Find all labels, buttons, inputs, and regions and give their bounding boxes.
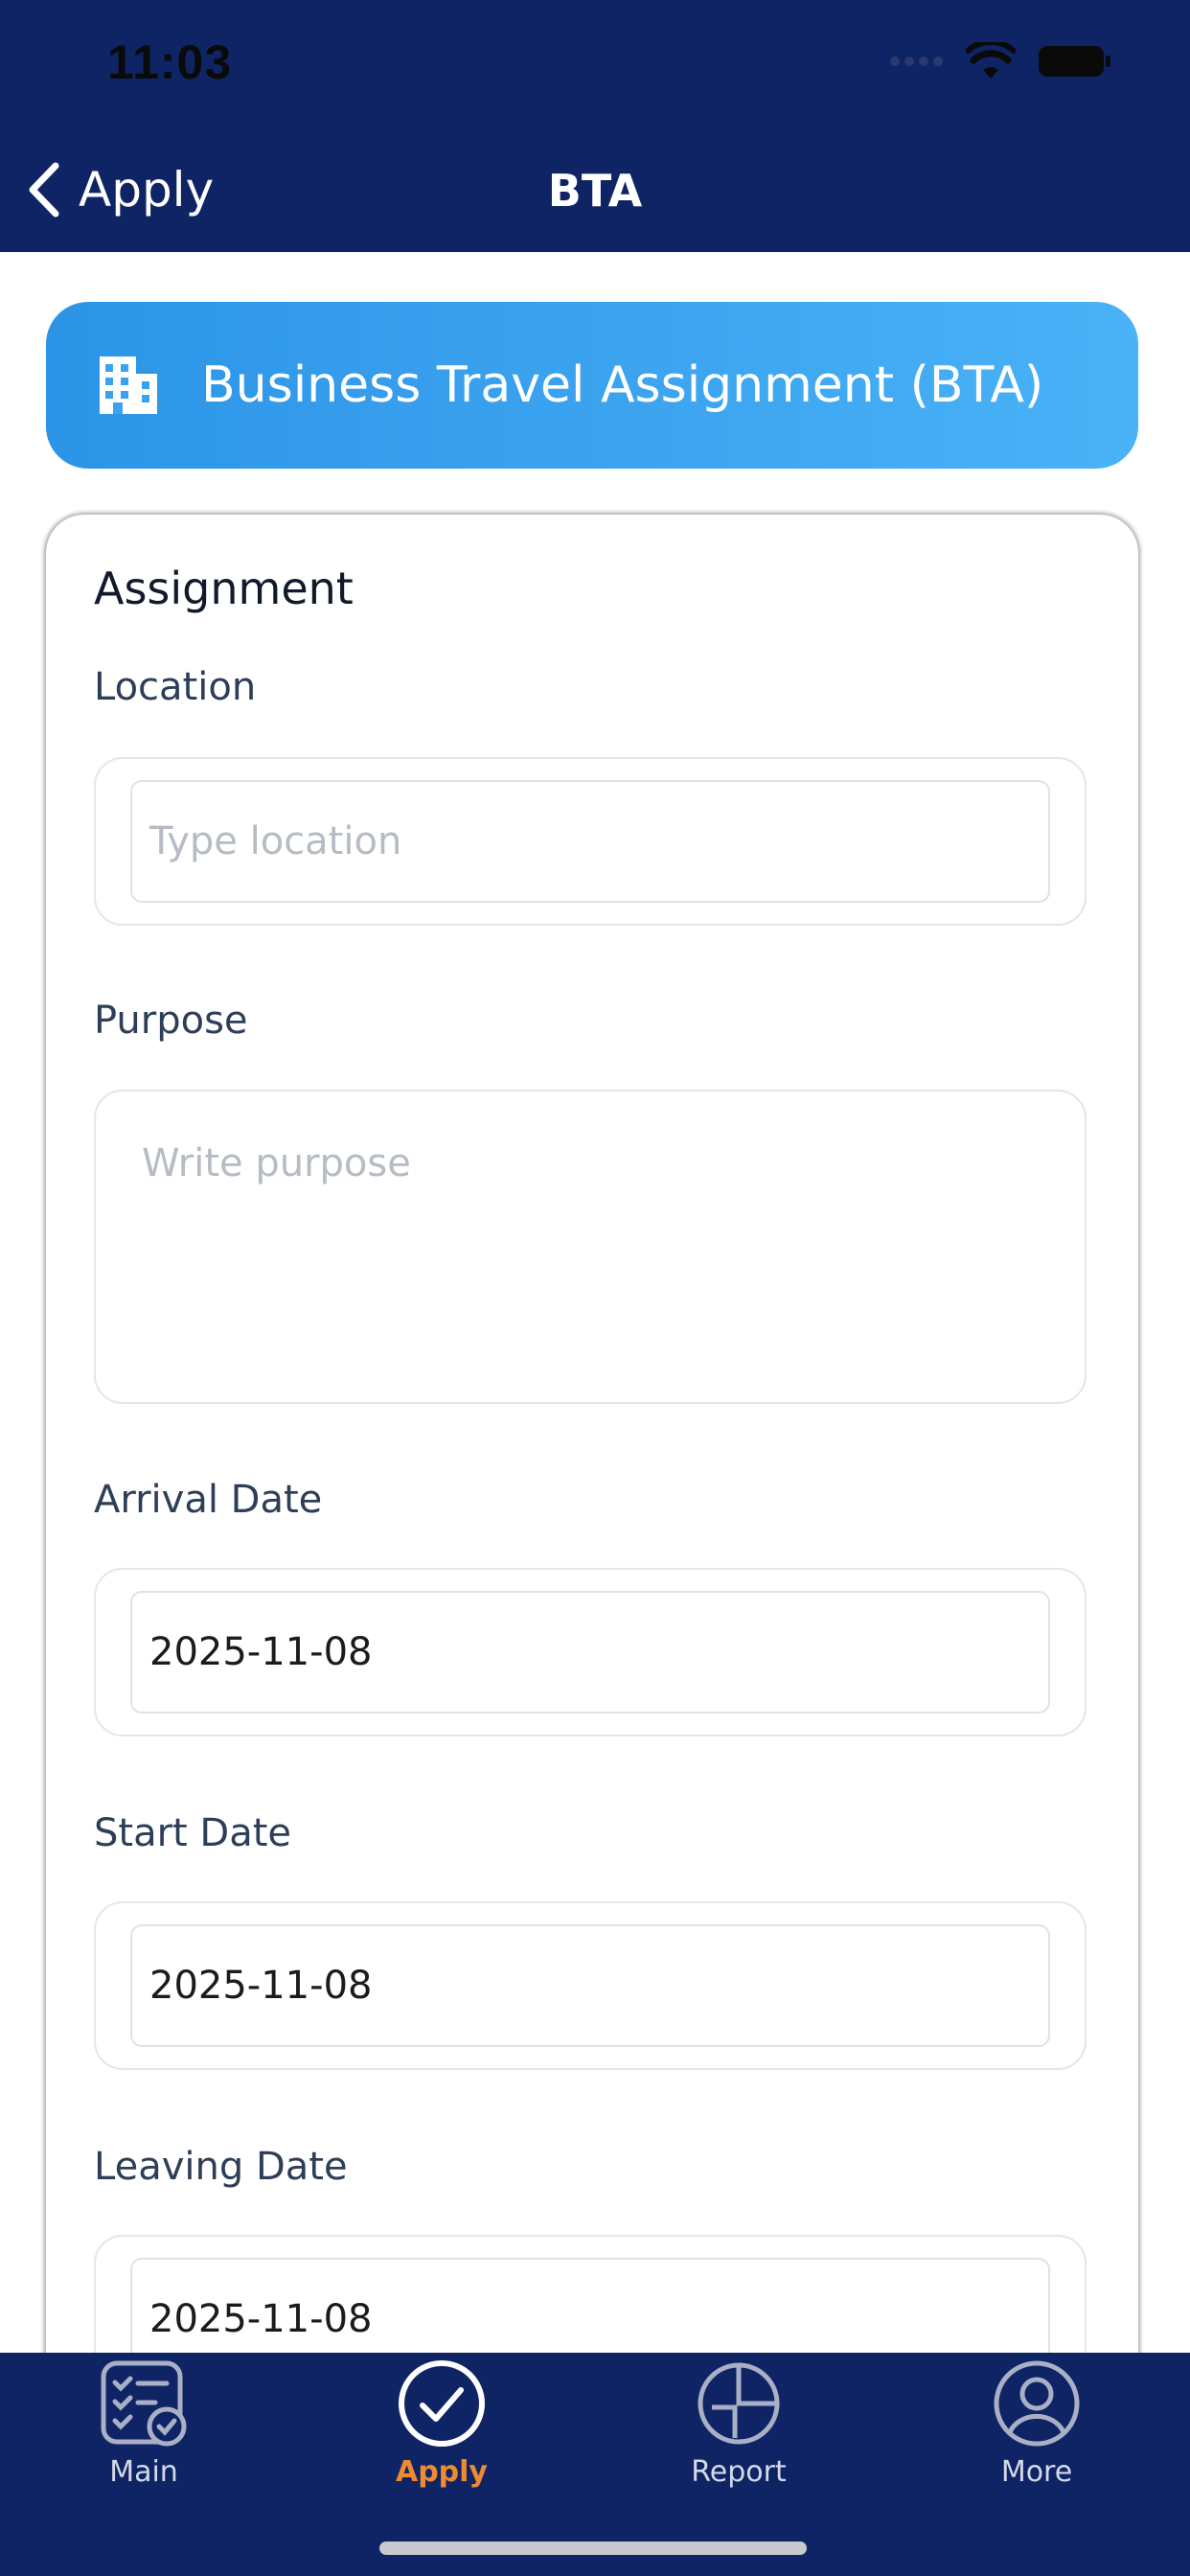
check-circle-icon <box>399 2360 485 2447</box>
purpose-label: Purpose <box>94 999 248 1043</box>
status-icons <box>889 42 1113 80</box>
chart-circle-icon <box>698 2362 780 2445</box>
tab-report-label: Report <box>691 2455 787 2489</box>
signal-icon <box>890 57 943 66</box>
tab-apply[interactable]: Apply <box>360 2358 523 2489</box>
tab-main-label: Main <box>109 2455 178 2489</box>
tab-apply-label: Apply <box>395 2455 488 2489</box>
navigation-bar: Apply BTA <box>0 144 1190 236</box>
start-date-label: Start Date <box>94 1811 292 1855</box>
arrival-date-container: 2025-11-08 <box>94 1568 1087 1736</box>
checklist-icon <box>101 2360 187 2447</box>
bta-screen: 11:03 Apply BTA Business Travel Assignme… <box>0 0 1190 2576</box>
header-title: Business Travel Assignment (BTA) <box>201 356 1044 414</box>
home-indicator[interactable] <box>379 2542 807 2555</box>
leaving-date-label: Leaving Date <box>94 2145 348 2189</box>
start-date-input[interactable]: 2025-11-08 <box>130 1924 1050 2047</box>
building-icon <box>100 356 157 414</box>
location-placeholder: Type location <box>149 819 402 863</box>
location-input[interactable]: Type location <box>130 780 1050 903</box>
tab-report[interactable]: Report <box>657 2358 820 2489</box>
section-title: Assignment <box>94 563 354 614</box>
location-field-container: Type location <box>94 757 1087 926</box>
wifi-icon <box>966 42 1016 79</box>
arrival-date-label: Arrival Date <box>94 1478 323 1522</box>
arrival-date-input[interactable]: 2025-11-08 <box>130 1591 1050 1714</box>
page-title: BTA <box>547 165 643 217</box>
start-date-container: 2025-11-08 <box>94 1901 1087 2070</box>
assignment-card: Assignment Location Type location Purpos… <box>46 515 1138 2460</box>
top-bar: 11:03 Apply BTA <box>0 0 1190 252</box>
purpose-textarea[interactable]: Write purpose <box>94 1090 1087 1404</box>
purpose-placeholder: Write purpose <box>142 1141 411 1185</box>
tab-more-label: More <box>1000 2455 1073 2489</box>
location-label: Location <box>94 665 257 709</box>
tab-more[interactable]: More <box>955 2358 1118 2489</box>
user-circle-icon <box>994 2360 1080 2447</box>
status-time: 11:03 <box>107 35 233 89</box>
bta-header-banner: Business Travel Assignment (BTA) <box>46 302 1138 469</box>
tab-main[interactable]: Main <box>62 2358 225 2489</box>
battery-icon <box>1039 46 1110 77</box>
